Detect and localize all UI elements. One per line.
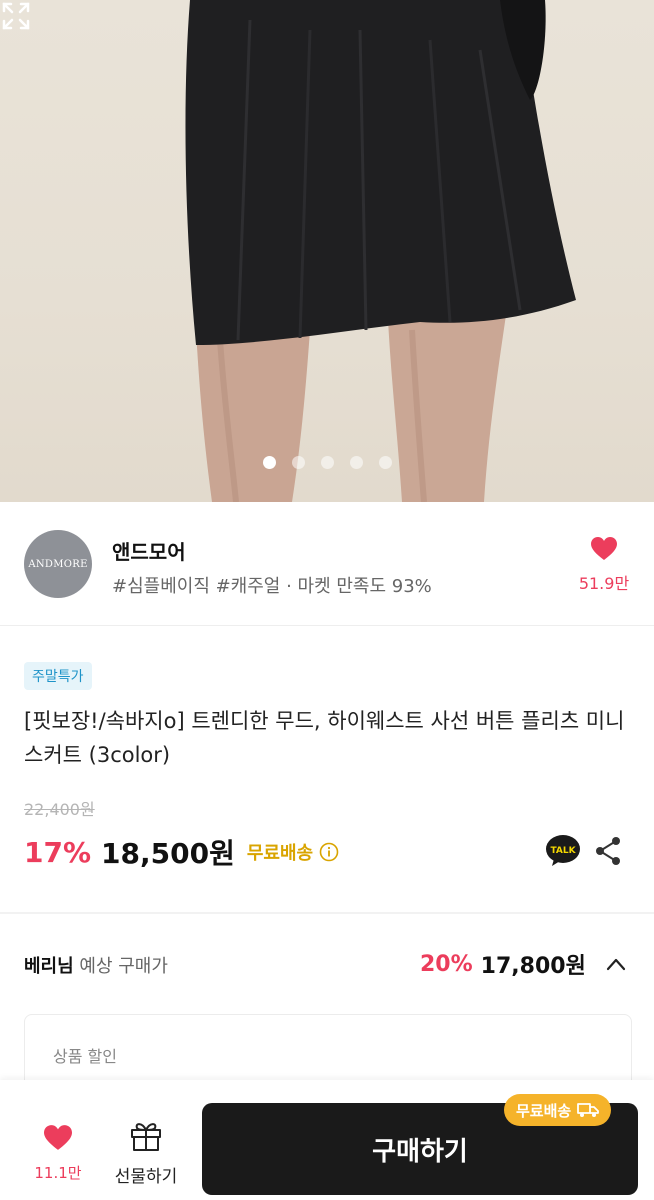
info-icon[interactable]	[319, 842, 339, 862]
chevron-up-icon[interactable]	[604, 954, 628, 974]
carousel-dot[interactable]	[350, 456, 363, 469]
expected-price-caption: 예상 구매가	[73, 956, 168, 977]
expected-discount: 20%	[420, 951, 473, 977]
wishlist-button[interactable]: 11.1만	[30, 1124, 86, 1183]
seller-like-count: 51.9만	[578, 574, 630, 593]
delivery-truck-icon	[577, 1103, 600, 1117]
expected-price[interactable]: 20% 17,800원	[420, 948, 586, 980]
seller-section[interactable]: ANDMORE 앤드모어 #심플베이직 #캐주얼 · 마켓 만족도 93% 51…	[0, 502, 654, 626]
heart-icon	[591, 537, 617, 560]
expand-icon[interactable]	[0, 0, 32, 32]
wishlist-count: 11.1만	[34, 1164, 82, 1182]
free-shipping-label: 무료배송	[246, 843, 314, 864]
original-price: 22,400원	[24, 800, 95, 819]
kakao-talk-icon[interactable]: TALK	[545, 834, 581, 868]
user-name: 베리님	[24, 956, 74, 977]
gift-icon	[131, 1123, 161, 1151]
seller-avatar[interactable]: ANDMORE	[24, 530, 92, 598]
seller-tags: #심플베이직 #캐주얼 · 마켓 만족도 93%	[112, 576, 432, 597]
heart-icon	[44, 1125, 72, 1150]
free-shipping-tag-label: 무료배송	[516, 1101, 572, 1120]
gift-label: 선물하기	[114, 1167, 178, 1187]
section-divider	[0, 912, 654, 914]
expected-price-label: 베리님 예상 구매가	[24, 952, 168, 978]
kakao-talk-label: TALK	[550, 846, 576, 856]
expected-price-value: 17,800원	[480, 954, 586, 979]
free-shipping-tag: 무료배송	[504, 1094, 612, 1126]
carousel-indicator	[0, 456, 654, 469]
carousel-dot[interactable]	[292, 456, 305, 469]
carousel-dot[interactable]	[379, 456, 392, 469]
bottom-action-bar: 11.1만 선물하기 구매하기 무료배송	[0, 1080, 654, 1200]
product-image-carousel[interactable]	[0, 0, 654, 502]
product-discount-label: 상품 할인	[53, 1047, 117, 1066]
seller-like-button[interactable]: 51.9만	[576, 536, 632, 594]
gift-button[interactable]: 선물하기	[106, 1120, 186, 1187]
price-row: 17% 18,500원 무료배송	[24, 832, 339, 872]
share-icon[interactable]	[594, 836, 622, 866]
product-photo	[185, 0, 577, 502]
carousel-dot-active[interactable]	[263, 456, 276, 469]
discount-rate: 17%	[24, 835, 92, 869]
sale-price: 18,500원	[101, 837, 235, 870]
carousel-dot[interactable]	[321, 456, 334, 469]
product-title: [핏보장!/속바지o] 트렌디한 무드, 하이웨스트 사선 버튼 플리츠 미니스…	[24, 709, 625, 767]
seller-name[interactable]: 앤드모어	[112, 536, 186, 565]
promo-badge: 주말특가	[24, 662, 92, 690]
